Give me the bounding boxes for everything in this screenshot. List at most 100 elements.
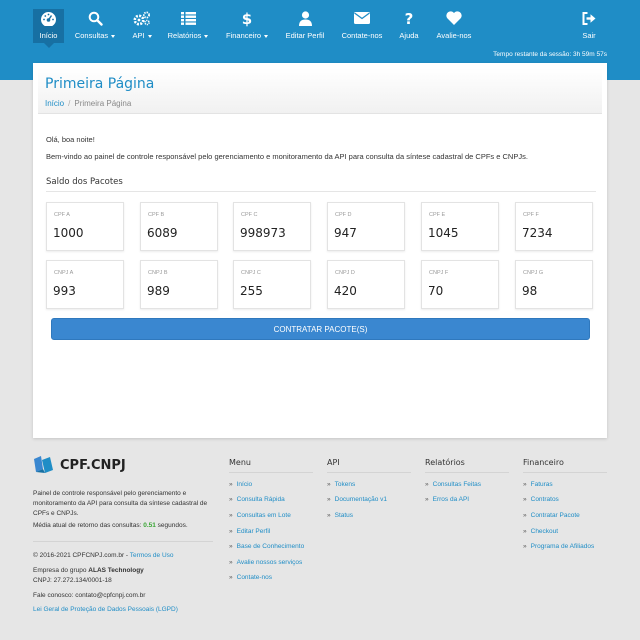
footer-link-erros-api[interactable]: » Erros da API — [425, 496, 469, 503]
footer-link-documentacao[interactable]: » Documentação v1 — [327, 496, 387, 503]
nav-label-ajuda: Ajuda — [399, 31, 419, 40]
chevron-right-icon: » — [523, 512, 527, 519]
chevron-right-icon: » — [327, 481, 331, 488]
panel-header: Primeira Página Início / Primeira Página — [38, 68, 602, 114]
footer-link-contratar-pacote[interactable]: » Contratar Pacote — [523, 512, 580, 519]
chevron-right-icon: » — [229, 574, 233, 581]
card-label: CNPJ B — [148, 270, 168, 276]
footer-link-consulta-rapida[interactable]: » Consulta Rápida — [229, 496, 285, 503]
chevron-right-icon: » — [229, 512, 233, 519]
balance-card-cnpj-g: CNPJ G 98 — [515, 260, 593, 309]
breadcrumb-home-link[interactable]: Início — [45, 99, 64, 108]
footer-avg-response: Média atual de retorno das consultas: 0.… — [33, 521, 223, 531]
lgpd-link[interactable]: Lei Geral de Proteção de Dados Pessoais … — [33, 605, 223, 615]
chevron-down-icon — [111, 34, 116, 38]
nav-item-api[interactable]: API — [128, 9, 156, 43]
card-value: 420 — [334, 284, 357, 298]
footer-col-divider — [425, 472, 509, 473]
chevron-right-icon: » — [523, 496, 527, 503]
avg-value: 0.51 — [143, 522, 156, 529]
nav-label-contate-nos: Contate-nos — [341, 31, 383, 40]
page-title: Primeira Página — [45, 76, 155, 92]
breadcrumb: Início / Primeira Página — [45, 99, 131, 108]
nav-item-ajuda[interactable]: ? Ajuda — [397, 9, 421, 43]
svg-text:$: $ — [242, 10, 252, 27]
footer-logo[interactable]: CPF.CNPJ — [33, 455, 126, 475]
chevron-right-icon: » — [425, 496, 429, 503]
chevron-down-icon — [264, 34, 269, 38]
footer-link-status[interactable]: » Status — [327, 512, 353, 519]
sign-out-icon — [582, 9, 596, 27]
nav-label-financeiro: Financeiro — [225, 31, 262, 40]
nav-label-editar-perfil: Editar Perfil — [285, 31, 325, 40]
chevron-right-icon: » — [229, 543, 233, 550]
footer-link-label: Faturas — [530, 481, 553, 488]
group-prefix: Empresa do grupo — [33, 567, 89, 574]
copyright-text: © 2016-2021 CPFCNPJ.com.br - — [33, 552, 130, 559]
main-nav: Início Consultas API Relatórios $ Financ… — [0, 0, 640, 48]
footer-link-label: Consultas Feitas — [432, 481, 482, 488]
section-title-saldo: Saldo dos Pacotes — [46, 177, 123, 187]
card-label: CPF C — [241, 212, 258, 218]
footer-link-label: Editar Perfil — [236, 528, 271, 535]
card-value: 989 — [147, 284, 170, 298]
nav-item-sair[interactable]: Sair — [578, 9, 600, 43]
terms-link[interactable]: Termos de Uso — [130, 552, 174, 559]
footer-link-label: Erros da API — [432, 496, 470, 503]
card-value: 1000 — [53, 226, 84, 240]
nav-item-consultas[interactable]: Consultas — [72, 9, 118, 43]
footer-link-avalie[interactable]: » Avalie nossos serviços — [229, 559, 302, 566]
footer-group: Empresa do grupo ALAS Technology — [33, 566, 223, 576]
contratar-pacote-button[interactable]: CONTRATAR PACOTE(S) — [51, 318, 590, 340]
nav-item-avalie-nos[interactable]: Avalie-nos — [434, 9, 474, 43]
card-value: 6089 — [147, 226, 178, 240]
chevron-right-icon: » — [523, 543, 527, 550]
logo-icon — [34, 456, 53, 473]
footer-link-checkout[interactable]: » Checkout — [523, 528, 558, 535]
footer-col-title-relatorios: Relatórios — [425, 458, 465, 467]
footer-link-contratos[interactable]: » Contratos — [523, 496, 559, 503]
card-label: CNPJ G — [523, 270, 544, 276]
footer-link-inicio[interactable]: » Início — [229, 481, 252, 488]
footer-col-title-financeiro: Financeiro — [523, 458, 564, 467]
nav-item-contate-nos[interactable]: Contate-nos — [340, 9, 384, 43]
chevron-right-icon: » — [229, 528, 233, 535]
footer-link-base-conhecimento[interactable]: » Base de Conhecimento — [229, 543, 304, 550]
footer-link-editar-perfil[interactable]: » Editar Perfil — [229, 528, 270, 535]
footer-link-tokens[interactable]: » Tokens — [327, 481, 355, 488]
nav-item-relatorios[interactable]: Relatórios — [166, 9, 210, 43]
main-panel: Primeira Página Início / Primeira Página O… — [33, 63, 607, 438]
footer-link-contate-nos[interactable]: » Contate-nos — [229, 574, 272, 581]
footer-contact: Fale conosco: contato@cpfcnpj.com.br — [33, 592, 146, 599]
footer-link-consultas-feitas[interactable]: » Consultas Feitas — [425, 481, 481, 488]
balance-card-cpf-a: CPF A 1000 — [46, 202, 124, 251]
footer-link-label: Consultas em Lote — [236, 512, 291, 519]
greeting-text: Olá, boa noite! — [46, 135, 95, 144]
card-label: CNPJ D — [335, 270, 355, 276]
balance-card-cpf-f: CPF F 7234 — [515, 202, 593, 251]
footer-link-label: Avalie nossos serviços — [236, 559, 303, 566]
footer-col-divider — [327, 472, 411, 473]
card-label: CPF E — [429, 212, 446, 218]
nav-label-sair: Sair — [582, 31, 596, 40]
chevron-right-icon: » — [229, 496, 233, 503]
card-label: CPF F — [523, 212, 539, 218]
footer-link-label: Contratos — [530, 496, 559, 503]
footer-link-label: Contratar Pacote — [530, 512, 580, 519]
footer-link-consultas-lote[interactable]: » Consultas em Lote — [229, 512, 291, 519]
session-timer: Tempo restante da sessão: 3h 59m 57s — [493, 51, 607, 58]
card-label: CNPJ A — [54, 270, 74, 276]
nav-label-relatorios: Relatórios — [167, 31, 202, 40]
footer-link-faturas[interactable]: » Faturas — [523, 481, 553, 488]
balance-card-cnpj-b: CNPJ B 989 — [140, 260, 218, 309]
nav-item-inicio[interactable]: Início — [33, 9, 64, 48]
nav-item-financeiro[interactable]: $ Financeiro — [223, 9, 271, 43]
nav-label-inicio: Início — [39, 31, 58, 40]
balance-card-cpf-b: CPF B 6089 — [140, 202, 218, 251]
card-value: 7234 — [522, 226, 553, 240]
nav-item-editar-perfil[interactable]: Editar Perfil — [284, 9, 326, 43]
footer-link-label: Início — [236, 481, 253, 488]
card-value: 70 — [428, 284, 444, 298]
footer-link-afiliados[interactable]: » Programa de Afiliados — [523, 543, 594, 550]
chevron-right-icon: » — [425, 481, 429, 488]
